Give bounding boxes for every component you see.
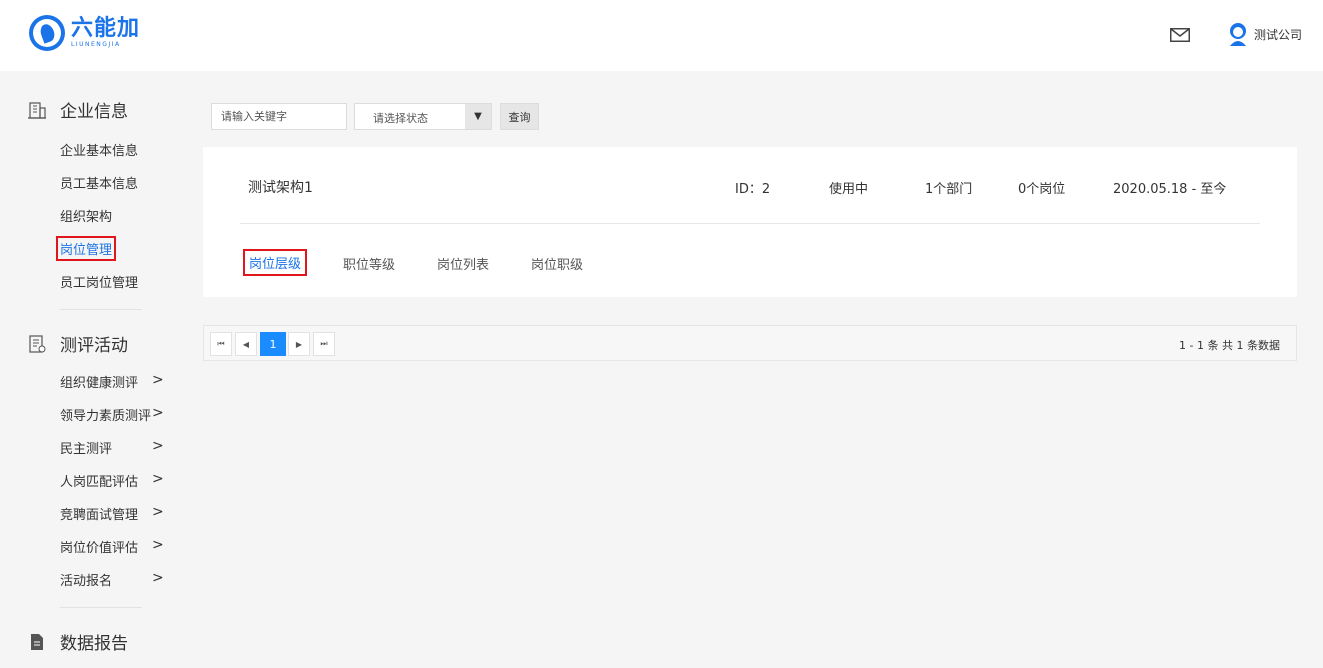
structure-name: 测试架构1: [248, 180, 313, 196]
structure-status: 使用中: [829, 182, 869, 197]
chevron-right-icon: >: [152, 570, 164, 586]
sidebar-item-employee-position[interactable]: 员工岗位管理: [60, 272, 138, 291]
sidebar-item-democratic[interactable]: 民主测评 >: [60, 438, 164, 457]
sidebar-item-leadership[interactable]: 领导力素质测评 >: [60, 405, 164, 424]
clipboard-icon: [29, 334, 46, 353]
date-range: 2020.05.18 - 至今: [1113, 182, 1227, 197]
top-header: 六能加 LIUNENGJIA 测试公司: [0, 0, 1323, 71]
department-count: 1个部门: [925, 182, 973, 197]
sidebar-item-person-position-match[interactable]: 人岗匹配评估 >: [60, 471, 164, 490]
chevron-right-icon: >: [152, 372, 164, 388]
query-button[interactable]: 查询: [500, 103, 539, 130]
status-select-placeholder: 请选择状态: [373, 112, 428, 125]
caret-down-icon[interactable]: ▼: [465, 104, 491, 129]
building-icon: [28, 101, 46, 119]
chevron-right-icon: >: [152, 471, 164, 487]
sidebar-item-label: 民主测评: [60, 442, 113, 457]
structure-id: ID：2: [735, 182, 771, 197]
sidebar-item-label: 岗位价值评估: [60, 541, 139, 556]
sidebar-item-label: 组织健康测评: [60, 376, 139, 391]
logo-name: 六能加: [71, 16, 141, 41]
sidebar-item-interview[interactable]: 竞聘面试管理 >: [60, 504, 164, 523]
sidebar: 企业信息 企业基本信息 员工基本信息 组织架构 岗位管理 员工岗位管理 测评活动…: [0, 71, 180, 668]
sidebar-item-registration[interactable]: 活动报名 >: [60, 570, 164, 589]
avatar-icon: [1230, 23, 1246, 46]
tab-position-rank[interactable]: 岗位职级: [531, 254, 583, 273]
first-page-icon[interactable]: ⏮: [210, 332, 232, 356]
logo-text: 六能加 LIUNENGJIA: [71, 18, 140, 48]
tab-position-list[interactable]: 岗位列表: [437, 254, 489, 273]
logo-subtitle: LIUNENGJIA: [71, 41, 121, 48]
sidebar-item-position-management[interactable]: 岗位管理: [56, 236, 117, 261]
sidebar-divider: [60, 309, 142, 310]
sidebar-item-org-health[interactable]: 组织健康测评 >: [60, 372, 164, 391]
tab-position-level[interactable]: 岗位层级: [243, 249, 308, 276]
logo[interactable]: 六能加 LIUNENGJIA: [29, 15, 140, 51]
sidebar-item-org-structure[interactable]: 组织架构: [60, 206, 112, 225]
prev-page-icon[interactable]: ◀: [235, 332, 257, 356]
pagination: ⏮ ◀ 1 ▶ ⏭ 1 - 1 条 共 1 条数据: [203, 325, 1297, 361]
sidebar-item-label: 人岗匹配评估: [60, 475, 139, 490]
sidebar-group-enterprise[interactable]: 企业信息: [28, 97, 128, 122]
document-icon: [31, 633, 43, 650]
chevron-right-icon: >: [152, 537, 164, 553]
company-name: 测试公司: [1254, 27, 1303, 42]
page-number-current[interactable]: 1: [260, 332, 286, 356]
status-select[interactable]: 请选择状态 ▼: [354, 103, 492, 130]
sidebar-group-title: 数据报告: [60, 634, 128, 654]
sidebar-item-label: 活动报名: [60, 574, 113, 589]
sidebar-group-title: 企业信息: [60, 102, 128, 122]
sidebar-item-label: 竞聘面试管理: [60, 508, 139, 523]
tab-job-grade[interactable]: 职位等级: [343, 254, 395, 273]
sidebar-group-reports[interactable]: 数据报告: [28, 629, 128, 654]
sidebar-item-employee-basic[interactable]: 员工基本信息: [60, 173, 138, 192]
structure-card: 测试架构1 ID：2 使用中 1个部门 0个岗位 2020.05.18 - 至今…: [203, 147, 1297, 297]
sidebar-group-title: 测评活动: [60, 336, 128, 356]
logo-mark-icon: [29, 15, 65, 51]
chevron-right-icon: >: [152, 405, 164, 421]
keyword-input[interactable]: [211, 103, 347, 130]
user-menu[interactable]: 测试公司: [1226, 22, 1302, 46]
position-count: 0个岗位: [1018, 182, 1066, 197]
sidebar-item-label: 领导力素质测评: [60, 409, 152, 424]
chevron-right-icon: >: [152, 504, 164, 520]
sidebar-divider: [60, 607, 142, 608]
sidebar-item-enterprise-basic[interactable]: 企业基本信息: [60, 140, 138, 159]
pagination-summary: 1 - 1 条 共 1 条数据: [1179, 339, 1280, 352]
chevron-right-icon: >: [152, 438, 164, 454]
next-page-icon[interactable]: ▶: [288, 332, 310, 356]
sidebar-group-assessment[interactable]: 测评活动: [28, 331, 128, 356]
card-divider: [240, 223, 1260, 224]
sidebar-item-position-value[interactable]: 岗位价值评估 >: [60, 537, 164, 556]
last-page-icon[interactable]: ⏭: [313, 332, 335, 356]
mail-icon[interactable]: [1170, 28, 1190, 42]
